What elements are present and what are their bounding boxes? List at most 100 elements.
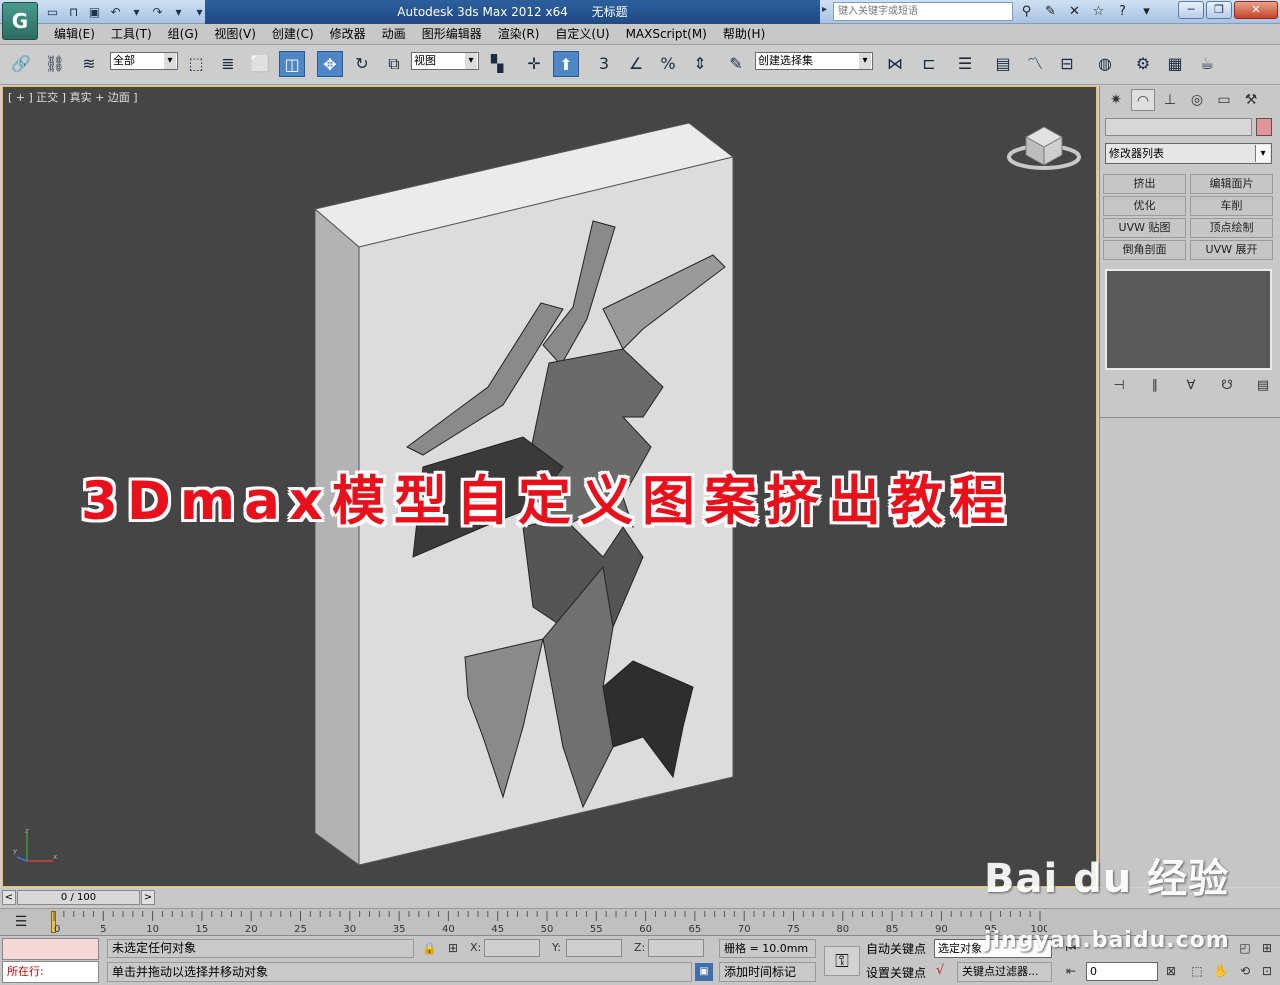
current-frame-field[interactable]: 0 — [1086, 962, 1158, 981]
absolute-mode-icon[interactable]: ⊞ — [448, 941, 458, 955]
menu-item-6[interactable]: 动画 — [382, 26, 406, 43]
time-slider-prev-button[interactable]: < — [2, 890, 16, 905]
select-object-icon[interactable]: ⬚ — [183, 51, 209, 77]
zoom-extents-icon[interactable]: ⬚ — [1188, 964, 1206, 978]
undo-dropdown-icon[interactable]: ▾ — [128, 3, 145, 20]
render-setup-icon[interactable]: ⚙ — [1130, 51, 1156, 77]
align-icon[interactable]: ⊏ — [916, 51, 942, 77]
tab-create-icon[interactable]: ✷ — [1104, 89, 1128, 111]
search-arrow-icon[interactable]: ▸ — [822, 4, 827, 15]
save-icon[interactable]: ▣ — [86, 3, 103, 20]
object-name-field[interactable] — [1105, 118, 1252, 136]
curve-editor-icon[interactable]: 〽 — [1022, 51, 1048, 77]
rectangular-selection-icon[interactable]: ⬜ — [247, 51, 273, 77]
modifier-set-button[interactable]: 车削 — [1190, 196, 1273, 216]
percent-snap-icon[interactable]: % — [655, 51, 681, 77]
modifier-list-dropdown[interactable]: 修改器列表 — [1105, 143, 1272, 164]
tab-modify-icon[interactable]: ◠ — [1131, 89, 1155, 111]
modifier-set-button[interactable]: 顶点绘制 — [1190, 218, 1273, 238]
key-mode-icon[interactable]: ⇤ — [1062, 964, 1080, 978]
redo-dropdown-icon[interactable]: ▾ — [170, 3, 187, 20]
mirror-icon[interactable]: ⋈ — [882, 51, 908, 77]
viewport-perspective[interactable]: [ + ] 正交 ] 真实 + 边面 ] z y x 3Dmax模型自定义图案挤… — [2, 86, 1097, 887]
viewcube-icon[interactable] — [1006, 119, 1082, 175]
undo-icon[interactable]: ↶ — [107, 3, 124, 20]
select-and-rotate-icon[interactable]: ↻ — [349, 51, 375, 77]
menu-item-3[interactable]: 视图(V) — [214, 26, 256, 43]
named-selection-sets-dropdown[interactable]: 创建选择集 — [755, 52, 873, 70]
schematic-view-icon[interactable]: ⊟ — [1054, 51, 1080, 77]
edit-named-selection-icon[interactable]: ✎ — [723, 51, 749, 77]
key-filters-button[interactable]: 关键点过滤器... — [957, 962, 1052, 982]
spinner-snap-icon[interactable]: ⇕ — [687, 51, 713, 77]
modifier-set-button[interactable]: UVW 贴图 — [1103, 218, 1186, 238]
select-and-move-icon[interactable]: ✥ — [317, 51, 343, 77]
modifier-set-button[interactable]: 挤出 — [1103, 174, 1186, 194]
snap-toggle-icon[interactable]: 3 — [591, 51, 617, 77]
open-file-icon[interactable]: ⊓ — [65, 3, 82, 20]
tab-utilities-icon[interactable]: ⚒ — [1239, 89, 1263, 111]
maximize-viewport-icon[interactable]: ⊡ — [1258, 964, 1276, 978]
select-by-name-icon[interactable]: ≣ — [215, 51, 241, 77]
layer-manager-icon[interactable]: ☰ — [952, 51, 978, 77]
render-teapot-icon[interactable]: ☕ — [1194, 51, 1220, 77]
y-coordinate-field[interactable] — [566, 939, 622, 957]
time-config-icon[interactable]: ⊠ — [1162, 964, 1180, 978]
modifier-set-button[interactable]: UVW 展开 — [1190, 240, 1273, 260]
menu-item-9[interactable]: 自定义(U) — [555, 26, 609, 43]
selection-filter-dropdown[interactable]: 全部 — [110, 52, 178, 70]
redo-icon[interactable]: ↷ — [149, 3, 166, 20]
orbit-icon[interactable]: ⟲ — [1236, 964, 1254, 978]
pin-stack-icon[interactable]: ⊣ — [1108, 376, 1130, 396]
show-end-result-icon[interactable]: ∥ — [1144, 376, 1166, 396]
zoom-all-icon[interactable]: ⊞ — [1258, 941, 1276, 955]
curve-editor-mini-icon[interactable]: ☰ — [12, 913, 30, 931]
set-key-button[interactable]: 设置关键点 — [866, 964, 926, 981]
menu-item-10[interactable]: MAXScript(M) — [626, 26, 707, 43]
3dsmax-logo-icon[interactable]: G — [2, 2, 38, 40]
go-to-start-icon[interactable]: ⏮ — [1062, 941, 1080, 956]
field-of-view-icon[interactable]: ◰ — [1236, 941, 1254, 955]
subscription-icon[interactable]: ✎ — [1041, 3, 1060, 21]
modifier-set-button[interactable]: 编辑面片 — [1190, 174, 1273, 194]
time-slider-thumb[interactable]: 0 / 100 — [17, 890, 140, 905]
close-button[interactable]: ✕ — [1234, 1, 1278, 19]
tab-hierarchy-icon[interactable]: ⊥ — [1158, 89, 1182, 111]
menu-item-2[interactable]: 组(G) — [168, 26, 199, 43]
z-coordinate-field[interactable] — [648, 939, 704, 957]
help-icon[interactable]: ? — [1113, 3, 1132, 21]
rendered-frame-window-icon[interactable]: ▦ — [1162, 51, 1188, 77]
menu-item-1[interactable]: 工具(T) — [111, 26, 152, 43]
menu-item-8[interactable]: 渲染(R) — [498, 26, 540, 43]
configure-modifier-sets-icon[interactable]: ▤ — [1252, 376, 1274, 396]
default-tangent-icon[interactable]: √ — [936, 963, 944, 978]
menu-item-4[interactable]: 创建(C) — [272, 26, 314, 43]
remove-modifier-icon[interactable]: ☋ — [1216, 376, 1238, 396]
selection-lock-icon[interactable]: 🔒 — [422, 941, 437, 955]
object-color-swatch[interactable] — [1256, 118, 1272, 136]
select-manipulate-icon[interactable]: ✛ — [521, 51, 547, 77]
add-time-tag-button[interactable]: 添加时间标记 — [719, 962, 816, 982]
favorites-star-icon[interactable]: ☆ — [1089, 3, 1108, 21]
help-dropdown-icon[interactable]: ▾ — [1137, 3, 1156, 21]
maximize-button[interactable]: ❐ — [1206, 1, 1232, 19]
new-file-icon[interactable]: ▭ — [44, 3, 61, 20]
pivot-center-icon[interactable]: ▚ — [484, 51, 510, 77]
select-and-scale-icon[interactable]: ⧉ — [381, 51, 407, 77]
pan-view-icon[interactable]: ✋ — [1212, 964, 1230, 978]
keyboard-shortcut-override-icon[interactable]: ⬆ — [553, 51, 579, 77]
tab-display-icon[interactable]: ▭ — [1212, 89, 1236, 111]
menu-item-5[interactable]: 修改器 — [330, 26, 366, 43]
track-bar[interactable]: ☰ 0 5 10 15 20 25 30 35 40 45 50 55 60 65 70 75 80 85 90 95… — [0, 908, 1280, 936]
location-field[interactable]: 所在行: — [2, 961, 99, 983]
time-tag-icon[interactable]: ▣ — [695, 963, 713, 981]
viewport-label-menu[interactable]: [ + ] 正交 ] 真实 + 边面 ] — [8, 89, 138, 105]
menu-item-7[interactable]: 图形编辑器 — [422, 26, 482, 43]
x-coordinate-field[interactable] — [484, 939, 540, 957]
binoculars-icon[interactable]: ⚲ — [1017, 3, 1036, 21]
modifier-stack-view[interactable] — [1105, 269, 1272, 370]
search-input[interactable]: 键入关键字或短语 — [833, 2, 1013, 21]
key-selection-dropdown[interactable]: 选定对象 — [934, 939, 1052, 958]
make-unique-icon[interactable]: ∀ — [1180, 376, 1202, 396]
time-slider-next-button[interactable]: > — [141, 890, 155, 905]
